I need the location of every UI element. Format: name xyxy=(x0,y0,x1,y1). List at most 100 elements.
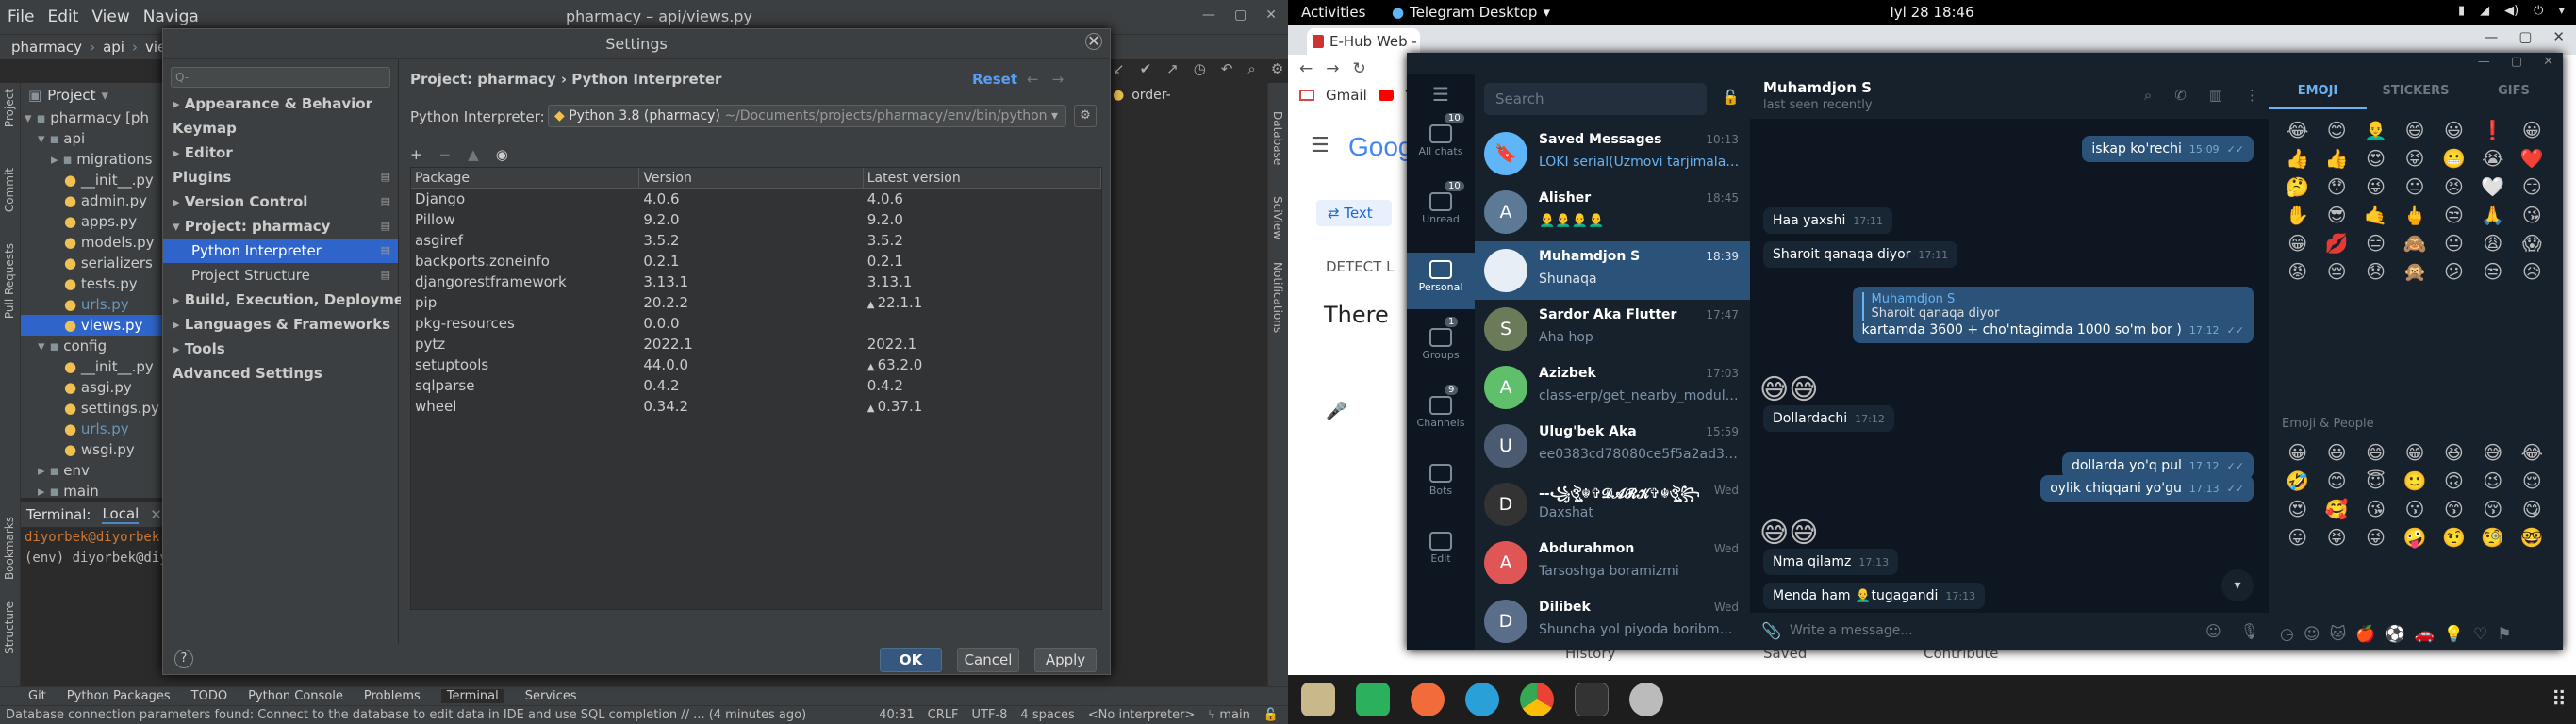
more-icon[interactable]: ⋮ xyxy=(2245,87,2259,104)
tool-tab-sciview[interactable]: SciView xyxy=(1271,196,1284,239)
terminal-line[interactable]: (env) diyorbek@diy xyxy=(21,548,166,568)
tool-button-terminal[interactable]: Terminal xyxy=(440,689,504,703)
minimize-icon[interactable]: — xyxy=(2478,55,2490,69)
tool-button-python-console[interactable]: Python Console xyxy=(248,689,343,703)
volume-icon[interactable]: ◀) xyxy=(2504,4,2518,18)
emoji-button[interactable]: 🙏 xyxy=(2473,204,2512,226)
tree-item[interactable]: ● asgi.py xyxy=(21,377,166,398)
emoji-button[interactable]: 🤔 xyxy=(2278,175,2317,198)
source-text[interactable]: There xyxy=(1324,302,1389,328)
emoji-button[interactable]: 🙈 xyxy=(2395,232,2434,255)
sport-icon[interactable]: ⚽ xyxy=(2385,625,2404,644)
emoji-button[interactable]: 😀 xyxy=(2278,441,2317,464)
emoji-button[interactable]: 👨‍🦲 xyxy=(2356,119,2395,141)
tool-button-problems[interactable]: Problems xyxy=(364,689,421,703)
tree-item[interactable]: ● __init__.py xyxy=(21,170,166,190)
editor-tab[interactable]: ● order- xyxy=(1113,83,1171,107)
emoji-button[interactable]: 🖕 xyxy=(2395,204,2434,226)
emoji-button[interactable]: 😛 xyxy=(2278,526,2317,549)
attach-icon[interactable]: 📎 xyxy=(1761,622,1781,641)
tool-button-git[interactable]: Git xyxy=(28,689,46,703)
search-icon[interactable]: ⌕ xyxy=(2144,87,2152,104)
text-mode-button[interactable]: ⇄ Text xyxy=(1316,200,1392,226)
tool-button-python-packages[interactable]: Python Packages xyxy=(67,689,171,703)
git-update-icon[interactable]: ↙ xyxy=(1113,60,1125,77)
emoji-button[interactable]: 😒 xyxy=(2435,204,2473,226)
tool-button-services[interactable]: Services xyxy=(525,689,577,703)
settings-nav-item[interactable]: ▾ Project: pharmacy ▤ xyxy=(163,214,398,239)
emoji-button[interactable]: 😄 xyxy=(2395,119,2434,141)
emoji-button[interactable]: 😕 xyxy=(2435,260,2473,283)
menu-view[interactable]: View xyxy=(91,8,129,26)
message-bubble[interactable]: Muhamdjon S Sharoit qanaqa diyor kartamda … xyxy=(1852,287,2254,343)
add-icon[interactable]: + xyxy=(410,146,422,163)
tree-item[interactable]: ● views.py xyxy=(21,315,166,336)
reply-preview[interactable]: Muhamdjon S Sharoit qanaqa diyor xyxy=(1861,292,2244,321)
files-icon[interactable] xyxy=(1301,683,1335,716)
chat-list-item[interactable]: D Dilibek Wed Shuncha yol piyoda boribman😅.… xyxy=(1475,592,1750,650)
settings-nav-item[interactable]: Project Structure ▤ xyxy=(163,263,398,288)
table-row[interactable]: sqlparse 0.4.2 0.4.2 xyxy=(411,375,1101,396)
tree-item[interactable]: ▾ ▪ config xyxy=(21,336,166,356)
emoji-button[interactable]: 😃 xyxy=(2317,441,2355,464)
chat-list-item[interactable]: Muhamdjon S 18:39 Shunaqa xyxy=(1475,241,1750,300)
emoji-button[interactable]: 😍 xyxy=(2356,147,2395,170)
emoji-button[interactable]: 👍 xyxy=(2317,147,2355,170)
app-grid-icon[interactable]: ⠿ xyxy=(2551,688,2567,712)
table-row[interactable]: asgiref 3.5.2 3.5.2 xyxy=(411,230,1101,251)
forward-icon[interactable]: → xyxy=(1052,71,1078,88)
disk-icon[interactable] xyxy=(1629,683,1663,716)
chevron-down-icon[interactable]: ▾ xyxy=(102,87,109,104)
tool-tab-structure[interactable]: Structure xyxy=(3,601,16,654)
sidebar-icon[interactable]: ▥ xyxy=(2209,87,2222,104)
back-icon[interactable]: ← xyxy=(1299,59,1313,78)
emoji-button[interactable]: 😣 xyxy=(2435,175,2473,198)
phone-icon[interactable]: ✆ xyxy=(2174,87,2187,104)
minimize-icon[interactable]: — xyxy=(1202,8,1215,23)
reset-link[interactable]: Reset xyxy=(972,71,1017,88)
remove-icon[interactable]: − xyxy=(439,146,452,163)
scroll-down-button[interactable]: ▾ xyxy=(2221,569,2254,601)
emoji-button[interactable]: 😂 xyxy=(2513,441,2551,464)
lock-icon[interactable]: 🔓 xyxy=(1263,708,1279,722)
emoji-button[interactable]: 😍 xyxy=(2278,498,2317,520)
recent-icon[interactable]: ◷ xyxy=(2280,625,2294,644)
emoji-button[interactable]: 😱 xyxy=(2513,232,2551,255)
git-push-icon[interactable]: ↗ xyxy=(1166,60,1179,77)
bookmark-gmail[interactable]: Gmail xyxy=(1326,87,1367,104)
travel-icon[interactable]: 🚗 xyxy=(2415,625,2435,644)
message-bubble[interactable]: Haa yaxshi 17:11 xyxy=(1763,207,1893,234)
emoji-button[interactable]: 🤣 xyxy=(2278,469,2317,492)
close-icon[interactable]: ✕ xyxy=(2543,55,2553,69)
tree-item[interactable]: ● __init__.py xyxy=(21,356,166,377)
emoji-button[interactable]: 🙂 xyxy=(2395,469,2434,492)
close-icon[interactable]: ✕ xyxy=(1265,8,1277,23)
message-bubble[interactable]: iskap ko'rechi 15:09 ✓✓ xyxy=(2082,136,2254,162)
message-bubble[interactable]: Sharoit qanaqa diyor 17:11 xyxy=(1763,241,1958,268)
maximize-icon[interactable]: ▢ xyxy=(2518,28,2532,45)
tool-tab-pull-requests[interactable]: Pull Requests xyxy=(3,243,16,319)
emoji-button[interactable]: 🤓 xyxy=(2513,526,2551,549)
tree-item[interactable]: ● urls.py xyxy=(21,294,166,315)
settings-nav-item[interactable]: Python Interpreter ▤ xyxy=(163,239,398,263)
interpreter-select[interactable]: ◆ Python 3.8 (pharmacy) ~/Documents/proj… xyxy=(548,105,1066,127)
folder-edit[interactable]: Edit xyxy=(1407,524,1475,581)
emoji-button[interactable]: 😃 xyxy=(2435,119,2473,141)
tree-item[interactable]: ▸ ▪ migrations xyxy=(21,149,166,170)
table-row[interactable]: pkg-resources 0.0.0 xyxy=(411,313,1101,334)
folder-channels[interactable]: 9 Channels xyxy=(1407,385,1475,445)
settings-nav-item[interactable]: ▸ Build, Execution, Deployment xyxy=(163,288,421,312)
emoji-button[interactable]: 😁 xyxy=(2395,441,2434,464)
tool-tab-commit[interactable]: Commit xyxy=(3,168,16,212)
message-bubble[interactable]: Dollardachi 17:12 xyxy=(1763,405,1894,432)
message-bubble[interactable]: Nma qilamz 17:13 xyxy=(1763,549,1899,575)
network-icon[interactable]: ◢ xyxy=(2480,4,2489,18)
chat-list-item[interactable]: D --꧁ঔৣ☬✞𝓓𝓐𝓡𝓚✞☬ঔৣ꧂-- Wed Daxshat xyxy=(1475,475,1750,534)
emoji-button[interactable]: 😁 xyxy=(2278,232,2317,255)
terminal-tab-local[interactable]: Local xyxy=(102,505,140,524)
maximize-icon[interactable]: ▢ xyxy=(2511,55,2522,69)
emoji-button[interactable]: ✋ xyxy=(2278,204,2317,226)
tool-tab-notifications[interactable]: Notifications xyxy=(1271,262,1284,333)
big-emoji-message[interactable]: 😅😅 xyxy=(1759,517,1819,550)
emoji-button[interactable]: 😏 xyxy=(2513,175,2551,198)
